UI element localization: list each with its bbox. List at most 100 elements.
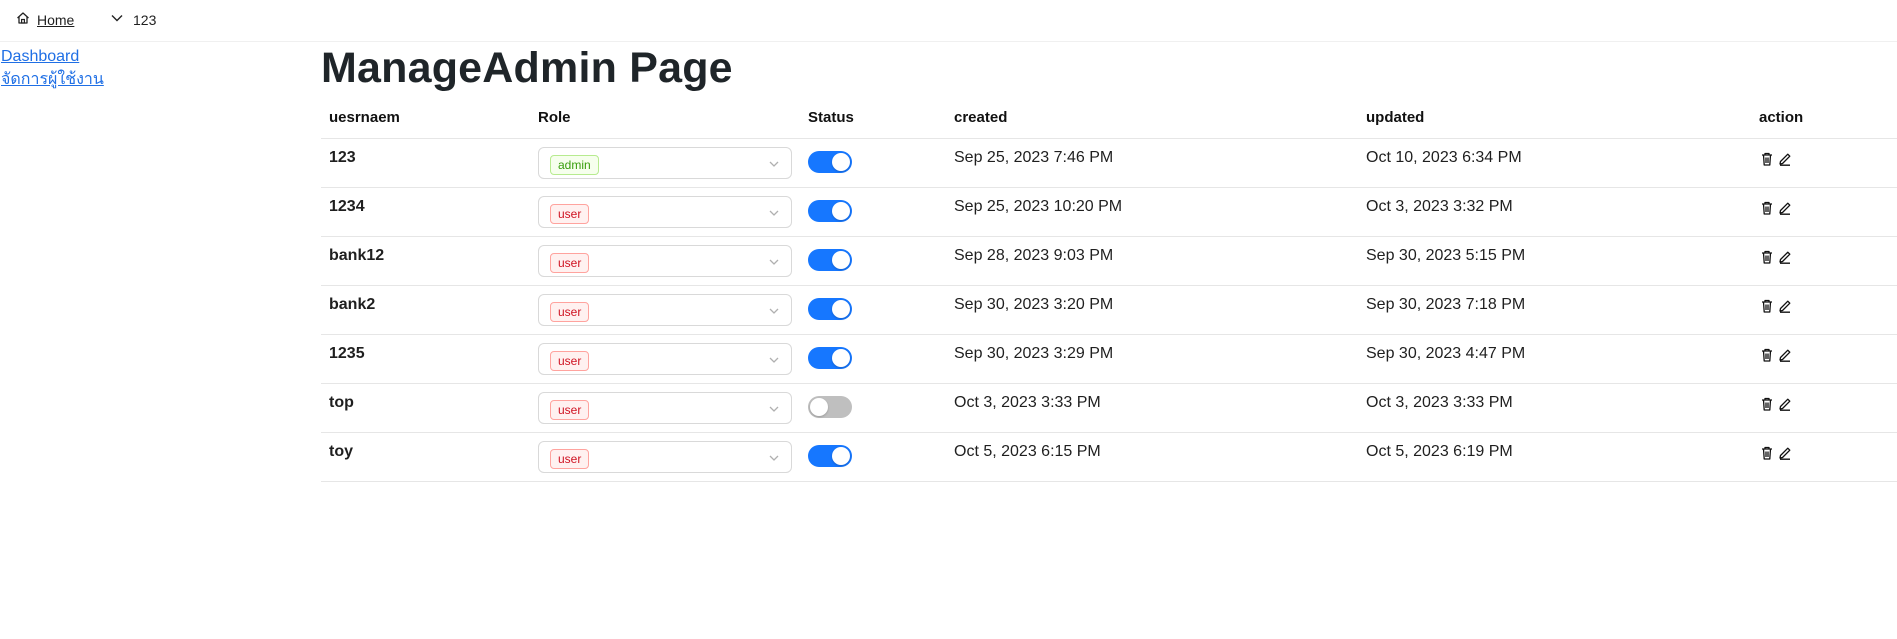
role-tag: user bbox=[550, 253, 590, 273]
role-select[interactable]: admin bbox=[538, 147, 792, 179]
pencil-icon[interactable] bbox=[1777, 249, 1793, 265]
table-row: bank2 user Sep 30, 2023 3:20 PM Sep 30, 202… bbox=[321, 286, 1897, 335]
username-cell: 123 bbox=[329, 149, 356, 166]
pencil-icon[interactable] bbox=[1777, 347, 1793, 363]
header-username: uesrnaem bbox=[329, 109, 400, 126]
header-action: action bbox=[1759, 109, 1804, 126]
row-actions bbox=[1759, 249, 1793, 265]
trash-icon[interactable] bbox=[1759, 200, 1775, 216]
header-role: Role bbox=[538, 109, 571, 126]
row-actions bbox=[1759, 151, 1793, 167]
created-cell: Sep 30, 2023 3:29 PM bbox=[954, 345, 1114, 362]
updated-cell: Oct 3, 2023 3:32 PM bbox=[1366, 198, 1513, 215]
pencil-icon[interactable] bbox=[1777, 298, 1793, 314]
role-select[interactable]: user bbox=[538, 196, 792, 228]
status-toggle[interactable] bbox=[808, 200, 852, 222]
created-cell: Sep 28, 2023 9:03 PM bbox=[954, 247, 1114, 264]
chevron-down-icon bbox=[768, 255, 780, 273]
pencil-icon[interactable] bbox=[1777, 396, 1793, 412]
status-toggle[interactable] bbox=[808, 396, 852, 418]
trash-icon[interactable] bbox=[1759, 347, 1775, 363]
table-header: uesrnaem Role Status created updated act… bbox=[321, 99, 1897, 139]
status-toggle[interactable] bbox=[808, 445, 852, 467]
home-icon bbox=[16, 11, 30, 28]
sidebar-item-dashboard[interactable]: Dashboard bbox=[1, 45, 104, 68]
pencil-icon[interactable] bbox=[1777, 151, 1793, 167]
table-row: 1235 user Sep 30, 2023 3:29 PM Sep 30, 2023… bbox=[321, 335, 1897, 384]
breadcrumb-home-label[interactable]: Home bbox=[37, 12, 74, 28]
chevron-down-icon bbox=[768, 157, 780, 175]
pencil-icon[interactable] bbox=[1777, 445, 1793, 461]
chevron-down-icon bbox=[768, 206, 780, 224]
updated-cell: Oct 5, 2023 6:19 PM bbox=[1366, 443, 1513, 460]
breadcrumb-home[interactable]: Home bbox=[16, 11, 74, 28]
status-toggle[interactable] bbox=[808, 298, 852, 320]
created-cell: Oct 5, 2023 6:15 PM bbox=[954, 443, 1101, 460]
chevron-down-icon bbox=[768, 451, 780, 469]
username-cell: 1235 bbox=[329, 345, 365, 362]
role-select[interactable]: user bbox=[538, 245, 792, 277]
status-toggle[interactable] bbox=[808, 151, 852, 173]
sidebar-item-user-management[interactable]: จัดการผู้ใช้งาน bbox=[1, 68, 104, 91]
header-created: created bbox=[954, 109, 1008, 126]
toggle-knob bbox=[832, 447, 850, 465]
role-tag: admin bbox=[550, 155, 599, 175]
created-cell: Sep 25, 2023 10:20 PM bbox=[954, 198, 1123, 215]
toggle-knob bbox=[832, 153, 850, 171]
role-tag: user bbox=[550, 449, 590, 469]
toggle-knob bbox=[832, 202, 850, 220]
table-row: bank12 user Sep 28, 2023 9:03 PM Sep 30, 20… bbox=[321, 237, 1897, 286]
trash-icon[interactable] bbox=[1759, 445, 1775, 461]
role-tag: user bbox=[550, 302, 590, 322]
table-body: 123 admin Sep 25, 2023 7:46 PM Oct 10, 2023… bbox=[321, 139, 1897, 482]
chevron-down-icon bbox=[768, 304, 780, 322]
sidebar: Dashboard จัดการผู้ใช้งาน bbox=[1, 45, 104, 91]
row-actions bbox=[1759, 396, 1793, 412]
table-row: toy user Oct 5, 2023 6:15 PM Oct 5, 2023 6:… bbox=[321, 433, 1897, 482]
role-tag: user bbox=[550, 400, 590, 420]
row-actions bbox=[1759, 445, 1793, 461]
role-select[interactable]: user bbox=[538, 441, 792, 473]
header-updated: updated bbox=[1366, 109, 1425, 126]
status-toggle[interactable] bbox=[808, 347, 852, 369]
status-toggle[interactable] bbox=[808, 249, 852, 271]
row-actions bbox=[1759, 347, 1793, 363]
breadcrumb: Home 123 bbox=[0, 0, 1897, 42]
toggle-knob bbox=[832, 251, 850, 269]
username-cell: toy bbox=[329, 443, 353, 460]
toggle-knob bbox=[810, 398, 828, 416]
pencil-icon[interactable] bbox=[1777, 200, 1793, 216]
created-cell: Oct 3, 2023 3:33 PM bbox=[954, 394, 1101, 411]
toggle-knob bbox=[832, 349, 850, 367]
breadcrumb-user-dropdown[interactable]: 123 bbox=[110, 11, 156, 28]
page-title: ManageAdmin Page bbox=[321, 44, 733, 92]
username-cell: 1234 bbox=[329, 198, 365, 215]
updated-cell: Sep 30, 2023 4:47 PM bbox=[1366, 345, 1526, 362]
username-cell: bank2 bbox=[329, 296, 376, 313]
created-cell: Sep 30, 2023 3:20 PM bbox=[954, 296, 1114, 313]
table-row: 1234 user Sep 25, 2023 10:20 PM Oct 3, 2023… bbox=[321, 188, 1897, 237]
updated-cell: Sep 30, 2023 7:18 PM bbox=[1366, 296, 1526, 313]
updated-cell: Oct 3, 2023 3:33 PM bbox=[1366, 394, 1513, 411]
created-cell: Sep 25, 2023 7:46 PM bbox=[954, 149, 1114, 166]
trash-icon[interactable] bbox=[1759, 396, 1775, 412]
username-cell: bank12 bbox=[329, 247, 385, 264]
role-select[interactable]: user bbox=[538, 343, 792, 375]
chevron-down-icon bbox=[110, 11, 124, 28]
role-tag: user bbox=[550, 204, 590, 224]
role-select[interactable]: user bbox=[538, 392, 792, 424]
chevron-down-icon bbox=[768, 402, 780, 420]
table-row: 123 admin Sep 25, 2023 7:46 PM Oct 10, 2023… bbox=[321, 139, 1897, 188]
row-actions bbox=[1759, 298, 1793, 314]
trash-icon[interactable] bbox=[1759, 249, 1775, 265]
trash-icon[interactable] bbox=[1759, 298, 1775, 314]
row-actions bbox=[1759, 200, 1793, 216]
table-row: top user Oct 3, 2023 3:33 PM Oct 3, 2023 3:… bbox=[321, 384, 1897, 433]
username-cell: top bbox=[329, 394, 354, 411]
chevron-down-icon bbox=[768, 353, 780, 371]
trash-icon[interactable] bbox=[1759, 151, 1775, 167]
role-select[interactable]: user bbox=[538, 294, 792, 326]
header-status: Status bbox=[808, 109, 854, 126]
role-tag: user bbox=[550, 351, 590, 371]
updated-cell: Oct 10, 2023 6:34 PM bbox=[1366, 149, 1522, 166]
